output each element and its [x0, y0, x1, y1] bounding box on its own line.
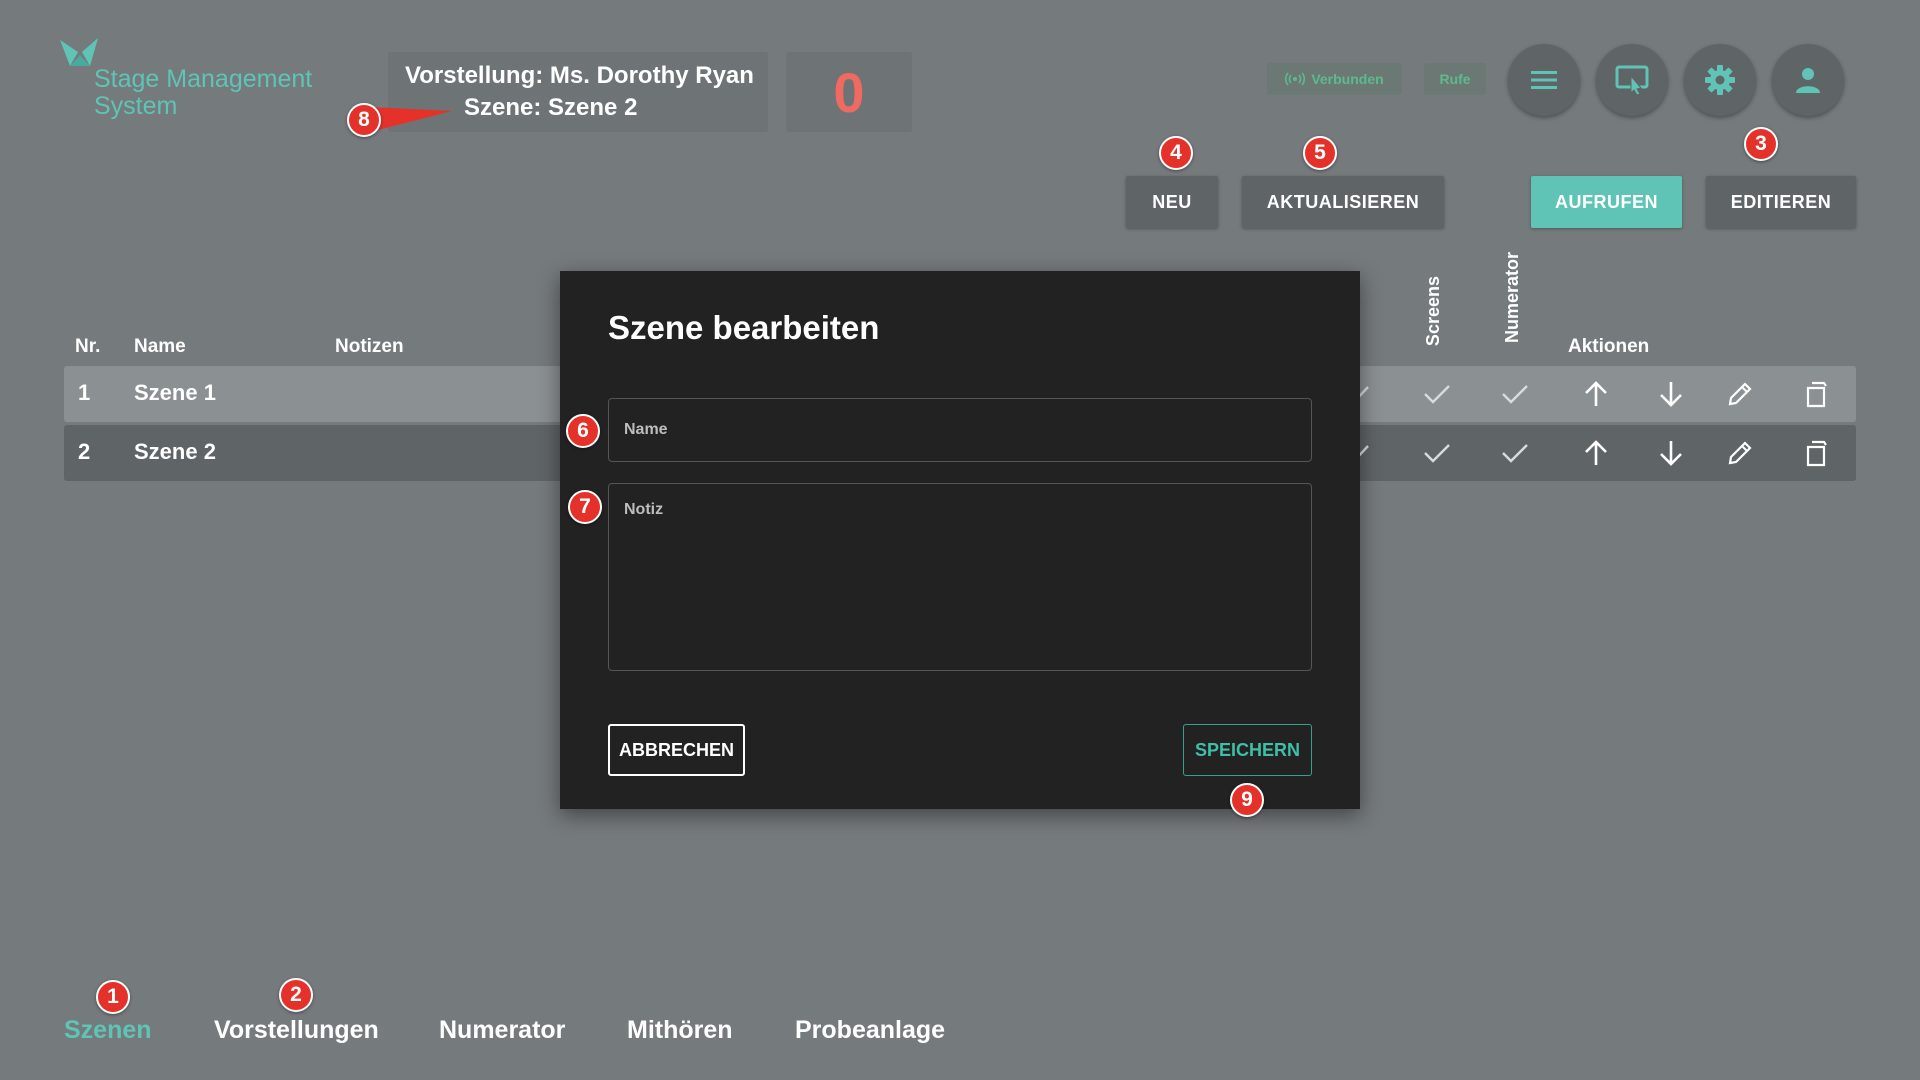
annotation-marker: 3 [1744, 127, 1778, 161]
annotation-marker: 4 [1159, 136, 1193, 170]
row-name: Szene 2 [134, 439, 216, 464]
logo-text-line2: System [94, 92, 178, 120]
user-icon [1796, 68, 1820, 93]
move-up-icon[interactable] [1576, 374, 1616, 414]
annotation-marker: 6 [566, 414, 600, 448]
menu-button[interactable] [1508, 44, 1580, 116]
annotation-marker: 5 [1303, 136, 1337, 170]
save-button[interactable]: SPEICHERN [1183, 724, 1312, 776]
nav-item-scenes[interactable]: Szenen [64, 1016, 152, 1045]
move-up-icon[interactable] [1576, 433, 1616, 473]
calls-status-badge[interactable]: Rufe [1424, 63, 1486, 95]
name-input-label: Name [624, 421, 668, 438]
nav-item-rehearsal[interactable]: Probeanlage [795, 1016, 945, 1045]
row-actions [1556, 425, 1856, 481]
move-down-icon[interactable] [1651, 433, 1691, 473]
dialog-title: Szene bearbeiten [608, 309, 880, 346]
duplicate-icon[interactable] [1796, 374, 1836, 414]
move-down-icon[interactable] [1651, 374, 1691, 414]
edit-button[interactable]: EDITIEREN [1706, 176, 1856, 228]
call-button[interactable]: AUFRUFEN [1531, 176, 1682, 228]
check-icon [1502, 385, 1528, 404]
annotation-marker: 9 [1230, 783, 1264, 817]
connection-status-badge: Verbunden [1267, 63, 1402, 95]
refresh-button[interactable]: AKTUALISIEREN [1242, 176, 1444, 228]
column-header-name: Name [134, 336, 186, 357]
check-icon [1424, 385, 1450, 404]
column-header-numerator: Numerator [1502, 252, 1522, 344]
duplicate-icon[interactable] [1796, 433, 1836, 473]
annotation-marker: 2 [279, 978, 313, 1012]
numerator-toggle[interactable] [1477, 425, 1553, 481]
row-number: 1 [78, 380, 91, 405]
app-logo: Stage Management System [60, 38, 340, 128]
screen-control-button[interactable] [1596, 44, 1668, 116]
check-icon [1424, 444, 1450, 463]
logo-text: Stage Management System [94, 66, 312, 120]
nav-item-performances[interactable]: Vorstellungen [214, 1016, 379, 1045]
note-textarea[interactable]: Notiz [608, 483, 1312, 671]
scene-info: Szene: Szene 2 [464, 94, 637, 122]
settings-button[interactable] [1684, 44, 1756, 116]
nav-item-numerator[interactable]: Numerator [439, 1016, 565, 1045]
performance-info: Vorstellung: Ms. Dorothy Ryan [405, 62, 754, 90]
row-actions [1556, 366, 1856, 422]
nav-item-listen[interactable]: Mithören [627, 1016, 733, 1045]
pencil-icon[interactable] [1720, 433, 1760, 473]
wifi-signal-icon [1285, 72, 1306, 86]
menu-icon [1531, 71, 1557, 89]
column-header-notes: Notizen [335, 336, 404, 357]
column-header-nr: Nr. [75, 336, 101, 357]
cancel-button[interactable]: ABBRECHEN [608, 724, 745, 776]
annotation-marker: 7 [568, 490, 602, 524]
calls-status-label: Rufe [1439, 71, 1471, 87]
new-button[interactable]: NEU [1126, 176, 1218, 228]
logo-mark-icon [60, 38, 98, 66]
screen-touch-icon [1615, 65, 1649, 96]
logo-text-line1: Stage Management [94, 65, 313, 93]
connection-status-label: Verbunden [1311, 71, 1384, 87]
scene-name: Szene 2 [548, 94, 638, 121]
pencil-icon[interactable] [1720, 374, 1760, 414]
annotation-marker: 1 [96, 980, 130, 1014]
gear-icon [1705, 65, 1735, 95]
row-number: 2 [78, 439, 91, 464]
call-counter: 0 [786, 52, 912, 132]
check-icon [1502, 444, 1528, 463]
edit-scene-dialog: Szene bearbeiten Name Notiz ABBRECHEN SP… [560, 271, 1360, 809]
column-header-screens: Screens [1423, 276, 1443, 347]
screens-toggle[interactable] [1399, 366, 1475, 422]
performance-label: Vorstellung: [405, 62, 544, 89]
column-header-actions: Aktionen [1568, 336, 1650, 357]
row-name: Szene 1 [134, 380, 216, 405]
numerator-toggle[interactable] [1477, 366, 1553, 422]
note-textarea-label: Notiz [624, 501, 664, 518]
name-input[interactable]: Name [608, 398, 1312, 462]
user-button[interactable] [1772, 44, 1844, 116]
performance-name: Ms. Dorothy Ryan [549, 62, 754, 89]
annotation-marker: 8 [347, 103, 381, 137]
scene-label: Szene: [464, 94, 542, 121]
screens-toggle[interactable] [1399, 425, 1475, 481]
